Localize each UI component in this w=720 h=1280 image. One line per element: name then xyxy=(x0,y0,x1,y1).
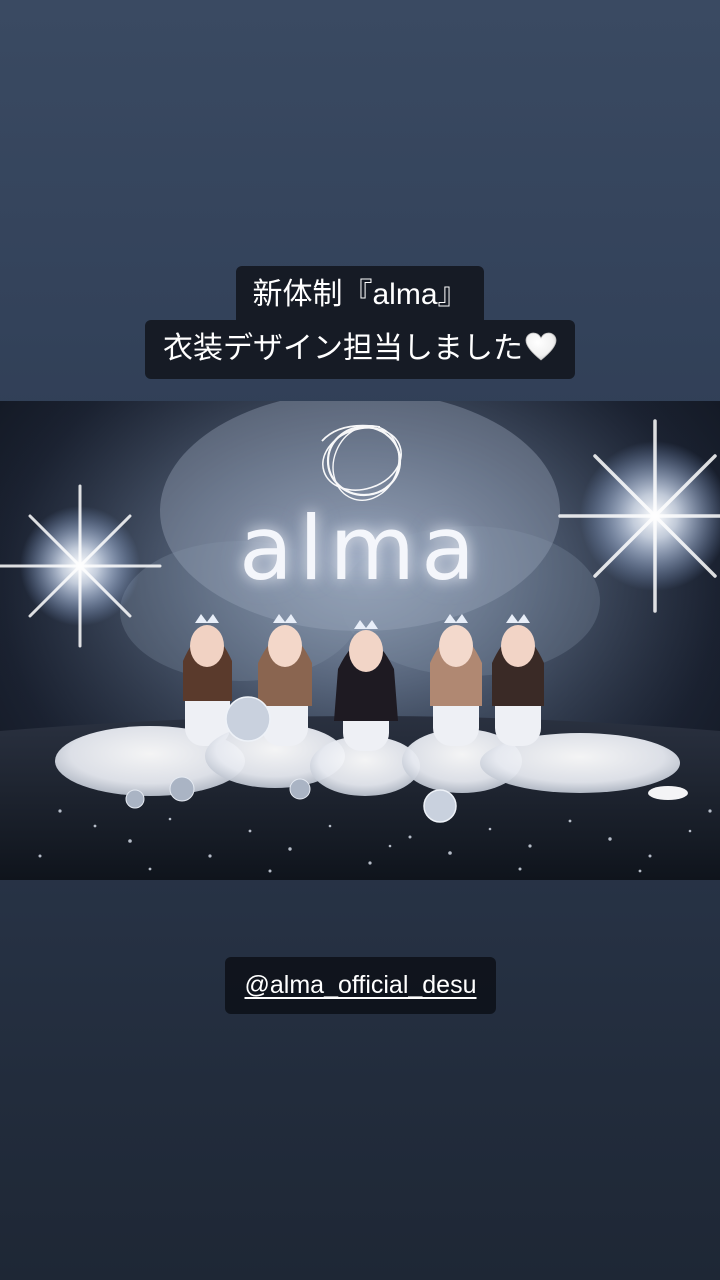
mention-handle[interactable]: @alma_official_desu xyxy=(245,971,477,999)
mention-sticker[interactable]: @alma_official_desu xyxy=(225,957,496,1014)
alma-wordmark: alma xyxy=(238,497,482,600)
group-photo-scene xyxy=(0,401,720,880)
story-viewer: 新体制『alma』 衣装デザイン担当しました alma @alma_offici… xyxy=(0,0,720,1280)
caption-line-1: 新体制『alma』 xyxy=(236,266,484,320)
caption-line-2-text: 衣装デザイン担当しました xyxy=(163,331,523,366)
caption-line-1-suffix: 』 xyxy=(437,277,468,312)
caption-text-sticker[interactable]: 新体制『alma』 衣装デザイン担当しました xyxy=(0,266,720,379)
caption-line-2: 衣装デザイン担当しました xyxy=(145,320,575,379)
white-heart-icon xyxy=(525,332,557,361)
caption-line-1-prefix: 新体制『 xyxy=(252,277,373,312)
group-photo xyxy=(0,401,720,880)
caption-line-1-name: alma xyxy=(372,278,438,311)
